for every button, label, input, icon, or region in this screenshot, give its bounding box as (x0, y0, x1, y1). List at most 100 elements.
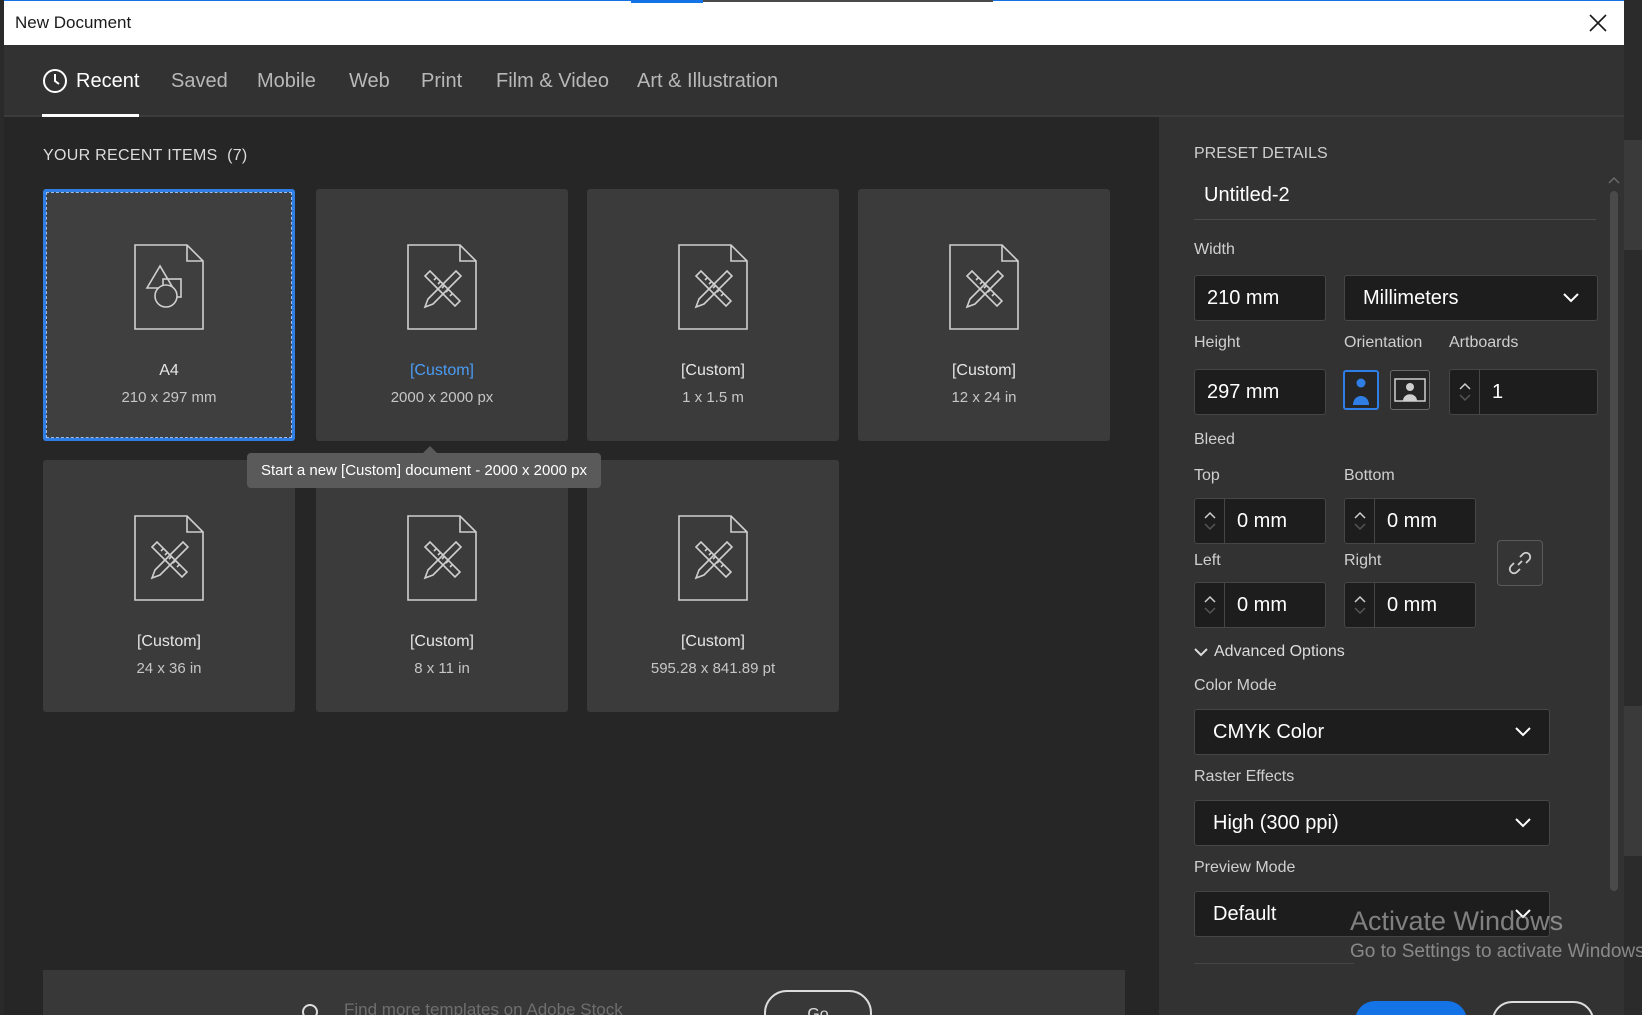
link-bleed-button[interactable] (1497, 540, 1543, 586)
raster-effects-dropdown[interactable]: High (300 ppi) (1194, 800, 1550, 846)
custom-document-icon (134, 515, 204, 601)
card-size: 8 x 11 in (414, 660, 470, 677)
tab-art-illustration[interactable]: Art & Illustration (637, 45, 778, 117)
card-tooltip: Start a new [Custom] document - 2000 x 2… (247, 446, 602, 488)
create-button[interactable] (1355, 1001, 1467, 1015)
stock-search-input[interactable]: Find more templates on Adobe Stock (344, 1000, 623, 1015)
tab-film-video[interactable]: Film & Video (496, 45, 609, 117)
card-size: 2000 x 2000 px (390, 389, 494, 406)
custom-document-icon (678, 515, 748, 601)
tab-mobile[interactable]: Mobile (257, 45, 316, 117)
bleed-right-stepper[interactable]: 0 mm (1344, 582, 1476, 628)
recent-items-count: (7) (227, 147, 248, 164)
chevron-down-icon (1563, 293, 1579, 303)
bleed-left-value: 0 mm (1237, 593, 1287, 616)
tab-web[interactable]: Web (349, 45, 390, 117)
recent-item-card[interactable]: [Custom] 12 x 24 in (858, 189, 1110, 441)
go-button[interactable]: Go (764, 990, 872, 1015)
recent-item-card[interactable]: A4 210 x 297 mm (43, 189, 295, 441)
advanced-options-toggle[interactable]: Advanced Options (1194, 643, 1345, 661)
landscape-orientation-button[interactable] (1390, 370, 1430, 410)
card-name: [Custom] (409, 633, 474, 650)
background-tab-strip (703, 0, 993, 2)
artboards-stepper[interactable]: 1 (1449, 369, 1598, 415)
recent-item-card[interactable]: [Custom] 1 x 1.5 m (587, 189, 839, 441)
recent-item-card[interactable]: [Custom] 2000 x 2000 px (316, 189, 568, 441)
scrollbar-thumb[interactable] (1610, 191, 1618, 891)
recent-item-card[interactable]: [Custom] 24 x 36 in (43, 460, 295, 712)
tab-label: Film & Video (496, 69, 610, 92)
tab-label: Saved (171, 69, 228, 92)
stepper-arrows[interactable] (1450, 370, 1480, 414)
tab-label: Mobile (257, 69, 316, 92)
bleed-left-label: Left (1194, 552, 1221, 569)
chevron-up-icon (1458, 382, 1471, 390)
card-name: [Custom] (136, 633, 201, 650)
bleed-top-stepper[interactable]: 0 mm (1194, 498, 1326, 544)
chevron-down-icon (1458, 394, 1471, 402)
card-size: 24 x 36 in (136, 660, 202, 677)
chevron-down-icon (1515, 818, 1531, 828)
clock-icon (43, 69, 67, 93)
panel-scrollbar[interactable] (1608, 175, 1620, 1015)
portrait-orientation-button[interactable] (1343, 370, 1379, 410)
width-label: Width (1194, 241, 1235, 258)
landscape-icon (1394, 378, 1426, 402)
tab-print[interactable]: Print (421, 45, 462, 117)
more-options-edge (1194, 963, 1354, 975)
recent-items-pane: YOUR RECENT ITEMS (7) A4 210 x 297 mm [C… (4, 117, 1159, 1015)
stepper-arrows[interactable] (1195, 499, 1225, 543)
tab-label: Art & Illustration (637, 69, 779, 92)
card-name: [Custom] (680, 362, 745, 379)
chevron-down-icon (1194, 647, 1208, 656)
stepper-arrows[interactable] (1345, 583, 1375, 627)
stepper-arrows[interactable] (1195, 583, 1225, 627)
bleed-right-label: Right (1344, 552, 1382, 569)
bleed-bottom-label: Bottom (1344, 467, 1395, 484)
portrait-icon (1350, 374, 1372, 406)
artboards-value: 1 (1492, 380, 1504, 403)
units-dropdown[interactable]: Millimeters (1344, 275, 1598, 321)
document-name-input[interactable]: Untitled-2 (1194, 174, 1596, 220)
chevron-up-icon (1353, 511, 1366, 519)
custom-document-icon (678, 244, 748, 330)
close-button[interactable] (1582, 7, 1614, 39)
color-mode-dropdown[interactable]: CMYK Color (1194, 709, 1550, 755)
chevron-up-icon (1203, 595, 1216, 603)
tab-label: Recent (76, 69, 140, 92)
bleed-left-stepper[interactable]: 0 mm (1194, 582, 1326, 628)
tab-label: Print (421, 69, 463, 92)
close-icon (1589, 14, 1607, 32)
new-document-dialog: New Document Recent Saved Mobile Web Pri… (4, 0, 1624, 1015)
height-input[interactable]: 297 mm (1194, 369, 1326, 415)
advanced-options-label: Advanced Options (1214, 643, 1345, 660)
close-dialog-button[interactable] (1492, 1001, 1594, 1015)
height-value: 297 mm (1207, 380, 1280, 403)
scroll-up-icon (1608, 176, 1620, 184)
link-icon (1508, 551, 1532, 575)
preset-category-tabs: Recent Saved Mobile Web Print Film & Vid… (4, 45, 1624, 117)
raster-effects-label: Raster Effects (1194, 768, 1295, 785)
color-mode-value: CMYK Color (1213, 720, 1325, 743)
width-input[interactable]: 210 mm (1194, 275, 1326, 321)
preset-details-panel: PRESET DETAILS Untitled-2 Width 210 mm M… (1159, 117, 1624, 1015)
window-title: New Document (15, 13, 132, 32)
recent-item-card[interactable]: [Custom] 595.28 x 841.89 pt (587, 460, 839, 712)
width-value: 210 mm (1207, 286, 1280, 309)
tab-recent[interactable]: Recent (42, 45, 140, 117)
stock-search-bar: Find more templates on Adobe Stock Go (43, 970, 1125, 1015)
screen: New Document Recent Saved Mobile Web Pri… (0, 0, 1642, 1015)
chevron-up-icon (1203, 511, 1216, 519)
card-name: A4 (159, 362, 179, 379)
preview-mode-label: Preview Mode (1194, 859, 1296, 876)
raster-effects-value: High (300 ppi) (1213, 811, 1339, 834)
card-size: 12 x 24 in (951, 389, 1017, 406)
bleed-bottom-stepper[interactable]: 0 mm (1344, 498, 1476, 544)
watermark-line-2: Go to Settings to activate Windows. (1350, 941, 1642, 962)
chevron-down-icon (1353, 607, 1366, 615)
stepper-arrows[interactable] (1345, 499, 1375, 543)
tab-saved[interactable]: Saved (171, 45, 228, 117)
card-size: 210 x 297 mm (121, 389, 217, 406)
recent-item-card[interactable]: [Custom] 8 x 11 in (316, 460, 568, 712)
shape-document-icon (134, 244, 204, 330)
